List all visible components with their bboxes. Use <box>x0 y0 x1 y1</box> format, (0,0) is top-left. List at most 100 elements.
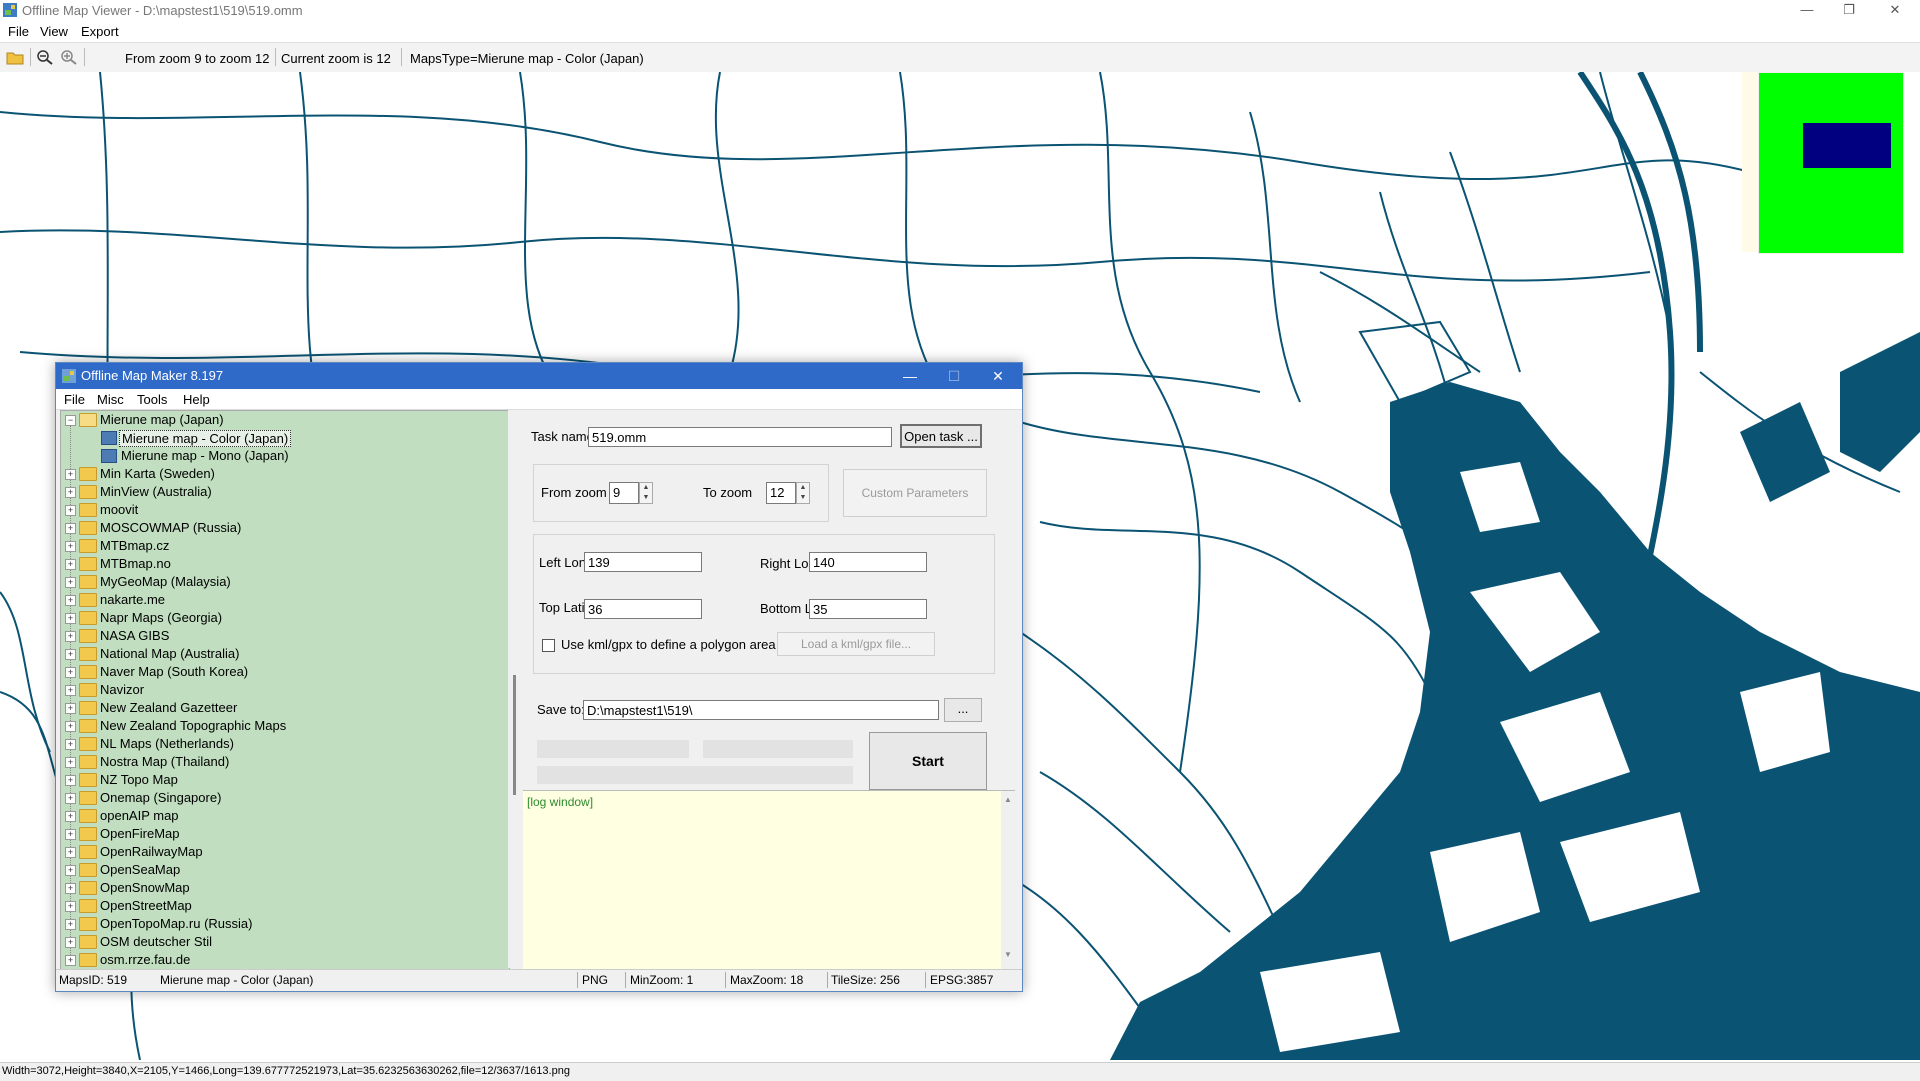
tree-item[interactable]: + OpenRailwayMap <box>61 843 509 861</box>
tree-item[interactable]: + MyGeoMap (Malaysia) <box>61 573 509 591</box>
task-name-input[interactable]: 519.omm <box>588 427 892 447</box>
load-kml-button[interactable]: Load a kml/gpx file... <box>777 632 935 656</box>
tree-item[interactable]: + New Zealand Topographic Maps <box>61 717 509 735</box>
tree-item[interactable]: + NASA GIBS <box>61 627 509 645</box>
to-zoom-spinner[interactable]: ▲ ▼ <box>796 482 810 504</box>
tree-item[interactable]: + NZ Topo Map <box>61 771 509 789</box>
tree-item[interactable]: + OpenStreetMap <box>61 897 509 915</box>
from-zoom-input[interactable]: 9 <box>609 482 639 504</box>
log-window[interactable]: [log window] ▲ ▼ <box>523 790 1015 969</box>
tree-item[interactable]: + Min Karta (Sweden) <box>61 465 509 483</box>
expand-icon[interactable]: + <box>65 865 76 876</box>
scroll-down-icon[interactable]: ▼ <box>1001 950 1015 959</box>
bottom-latitude-input[interactable]: 35 <box>809 599 927 619</box>
tree-item[interactable]: + MOSCOWMAP (Russia) <box>61 519 509 537</box>
expand-icon[interactable]: + <box>65 469 76 480</box>
menu-file[interactable]: File <box>8 24 29 39</box>
expand-icon[interactable]: + <box>65 721 76 732</box>
expand-icon[interactable]: + <box>65 631 76 642</box>
zoom-out-icon[interactable] <box>36 49 54 65</box>
menu-view[interactable]: View <box>40 24 68 39</box>
expand-icon[interactable]: + <box>65 775 76 786</box>
expand-icon[interactable]: + <box>65 811 76 822</box>
expand-icon[interactable]: + <box>65 829 76 840</box>
tree-item[interactable]: + openAIP map <box>61 807 509 825</box>
tree-item[interactable]: + Nostra Map (Thailand) <box>61 753 509 771</box>
dialog-menu-tools[interactable]: Tools <box>137 392 167 407</box>
expand-icon[interactable]: + <box>65 559 76 570</box>
expand-icon[interactable]: + <box>65 793 76 804</box>
tree-item[interactable]: + National Map (Australia) <box>61 645 509 663</box>
expand-icon[interactable]: + <box>65 757 76 768</box>
tree-item[interactable]: + MTBmap.no <box>61 555 509 573</box>
save-to-input[interactable]: D:\mapstest1\519\ <box>583 700 939 720</box>
from-zoom-spinner[interactable]: ▲ ▼ <box>639 482 653 504</box>
start-button[interactable]: Start <box>869 732 987 790</box>
expand-icon[interactable]: + <box>65 523 76 534</box>
expand-icon[interactable]: + <box>65 937 76 948</box>
open-folder-icon[interactable] <box>6 49 24 65</box>
left-longitude-input[interactable]: 139 <box>584 552 702 572</box>
expand-icon[interactable]: + <box>65 649 76 660</box>
custom-parameters-button[interactable]: Custom Parameters <box>843 469 987 517</box>
top-latitude-input[interactable]: 36 <box>584 599 702 619</box>
browse-button[interactable]: ... <box>944 698 982 722</box>
expand-icon[interactable]: + <box>65 667 76 678</box>
minimap[interactable] <box>1758 72 1904 254</box>
dialog-menu-file[interactable]: File <box>64 392 85 407</box>
restore-button[interactable]: ❐ <box>1826 0 1872 22</box>
tree-item[interactable]: + OpenSeaMap <box>61 861 509 879</box>
expand-icon[interactable]: + <box>65 847 76 858</box>
expand-icon[interactable]: + <box>65 595 76 606</box>
to-zoom-input[interactable]: 12 <box>766 482 796 504</box>
kml-checkbox-label[interactable]: Use kml/gpx to define a polygon area <box>561 637 776 652</box>
expand-icon[interactable]: + <box>65 613 76 624</box>
tree-item[interactable]: + OpenSnowMap <box>61 879 509 897</box>
minimap-viewport[interactable] <box>1803 123 1891 168</box>
expand-icon[interactable]: + <box>65 541 76 552</box>
tree-item-mierune[interactable]: − Mierune map (Japan) <box>61 411 509 429</box>
map-source-tree[interactable]: − Mierune map (Japan) Mierune map - Colo… <box>60 410 510 970</box>
right-longitude-input[interactable]: 140 <box>809 552 927 572</box>
zoom-in-icon[interactable] <box>60 49 78 65</box>
menu-export[interactable]: Export <box>81 24 119 39</box>
expand-icon[interactable]: + <box>65 487 76 498</box>
kml-checkbox[interactable] <box>542 639 555 652</box>
open-task-button[interactable]: Open task ... <box>900 424 982 448</box>
tree-item[interactable]: + Navizor <box>61 681 509 699</box>
expand-icon[interactable]: + <box>65 883 76 894</box>
tree-item[interactable]: + MinView (Australia) <box>61 483 509 501</box>
tree-scrollbar-thumb[interactable] <box>513 675 516 795</box>
tree-item[interactable]: + NL Maps (Netherlands) <box>61 735 509 753</box>
expand-icon[interactable]: + <box>65 505 76 516</box>
tree-scrollbar[interactable] <box>508 410 522 968</box>
log-scrollbar[interactable]: ▲ ▼ <box>1001 791 1015 969</box>
expand-icon[interactable]: + <box>65 685 76 696</box>
expand-icon[interactable]: + <box>65 739 76 750</box>
expand-icon[interactable]: + <box>65 577 76 588</box>
dialog-menu-help[interactable]: Help <box>183 392 210 407</box>
dialog-maximize-button[interactable]: ☐ <box>932 365 976 387</box>
expand-icon[interactable]: + <box>65 919 76 930</box>
close-button[interactable]: ✕ <box>1872 0 1918 22</box>
tree-item[interactable]: + Naver Map (South Korea) <box>61 663 509 681</box>
expand-icon[interactable]: + <box>65 955 76 966</box>
minimize-button[interactable]: — <box>1784 0 1830 22</box>
tree-item[interactable]: + New Zealand Gazetteer <box>61 699 509 717</box>
tree-item[interactable]: + osm.rrze.fau.de <box>61 951 509 969</box>
tree-item[interactable]: + Onemap (Singapore) <box>61 789 509 807</box>
tree-item-mierune-mono[interactable]: Mierune map - Mono (Japan) <box>61 447 509 465</box>
tree-item[interactable]: + moovit <box>61 501 509 519</box>
dialog-menu-misc[interactable]: Misc <box>97 392 124 407</box>
tree-item[interactable]: + OSM deutscher Stil <box>61 933 509 951</box>
tree-item[interactable]: + OpenFireMap <box>61 825 509 843</box>
tree-item[interactable]: + Napr Maps (Georgia) <box>61 609 509 627</box>
scroll-up-icon[interactable]: ▲ <box>1001 795 1015 804</box>
dialog-close-button[interactable]: ✕ <box>976 365 1020 387</box>
tree-item[interactable]: + nakarte.me <box>61 591 509 609</box>
tree-item[interactable]: + OpenTopoMap.ru (Russia) <box>61 915 509 933</box>
expand-icon[interactable]: + <box>65 901 76 912</box>
dialog-minimize-button[interactable]: — <box>888 365 932 387</box>
tree-item-mierune-color[interactable]: Mierune map - Color (Japan) <box>61 429 509 447</box>
tree-item[interactable]: + MTBmap.cz <box>61 537 509 555</box>
